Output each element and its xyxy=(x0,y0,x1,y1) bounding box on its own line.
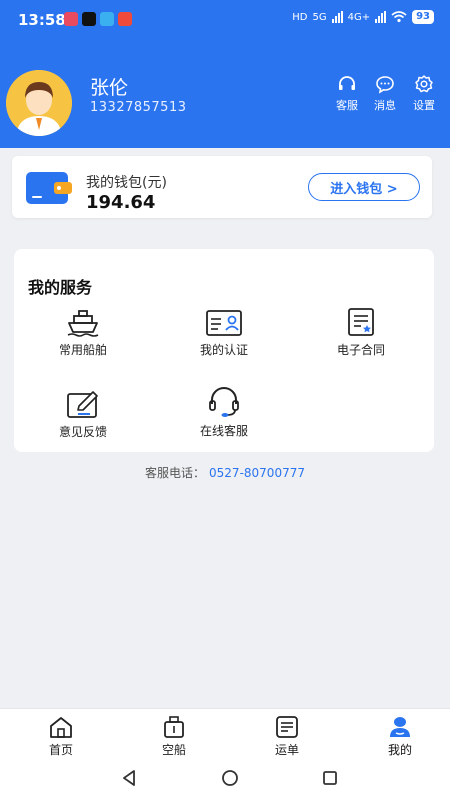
enter-wallet-button[interactable]: 进入钱包 > xyxy=(308,173,420,201)
network-5g-label: 5G xyxy=(312,11,327,23)
signal-icon xyxy=(331,11,343,23)
headset-icon xyxy=(209,387,239,417)
bottom-tab-bar: 首页 空船 运单 我的 xyxy=(0,708,450,758)
tab-empty-ship[interactable]: 空船 xyxy=(144,715,204,758)
chat-bubble-icon xyxy=(376,76,394,94)
service-label: 在线客服 xyxy=(199,424,248,438)
notification-icons xyxy=(64,12,132,26)
tab-label: 运单 xyxy=(274,743,299,757)
back-icon[interactable] xyxy=(120,769,138,787)
messages-button[interactable]: 消息 xyxy=(367,74,403,113)
profile-header: 13:58 HD 5G 4G+ 93 张伦 13327857513 客服 消息 … xyxy=(0,0,450,148)
service-item-feedback[interactable]: 意见反馈 xyxy=(28,391,138,440)
signal-icon xyxy=(375,11,387,23)
user-avatar-icon xyxy=(6,70,72,136)
wallet-title: 我的钱包(元) xyxy=(86,175,167,191)
settings-button[interactable]: 设置 xyxy=(406,74,442,113)
tab-label: 我的 xyxy=(387,743,412,757)
id-card-icon xyxy=(206,310,242,336)
app-notification-icon xyxy=(100,12,114,26)
profile-icon xyxy=(390,717,410,737)
contract-icon xyxy=(348,308,374,336)
system-navigation-bar xyxy=(0,758,450,800)
status-bar: 13:58 HD 5G 4G+ 93 xyxy=(0,0,450,38)
service-label: 我的认证 xyxy=(199,343,248,357)
my-services-card: 我的服务 常用船舶 我的认证 电子合同 意见反馈 在线客服 xyxy=(14,249,434,452)
service-item-e-contract[interactable]: 电子合同 xyxy=(306,307,416,358)
wallet-card: 我的钱包(元) 194.64 进入钱包 > xyxy=(12,156,432,218)
customer-service-button[interactable]: 客服 xyxy=(329,74,365,113)
wallet-icon xyxy=(26,172,72,208)
settings-label: 设置 xyxy=(413,99,435,112)
edit-icon xyxy=(67,391,98,418)
tab-profile[interactable]: 我的 xyxy=(370,715,430,758)
user-phone: 13327857513 xyxy=(90,100,187,115)
service-item-common-ships[interactable]: 常用船舶 xyxy=(28,309,138,358)
service-label: 常用船舶 xyxy=(58,343,107,357)
network-hd-label: HD xyxy=(292,11,308,23)
empty-ship-icon xyxy=(164,716,184,738)
home-icon xyxy=(50,717,72,738)
hotline-label: 客服电话： xyxy=(145,466,206,480)
gear-icon xyxy=(415,75,433,93)
service-label: 意见反馈 xyxy=(58,425,107,439)
wallet-balance: 194.64 xyxy=(86,192,156,213)
ship-icon xyxy=(67,310,99,337)
headset-icon xyxy=(339,76,355,90)
app-notification-icon xyxy=(118,12,132,26)
service-item-my-certification[interactable]: 我的认证 xyxy=(169,309,279,358)
service-label: 电子合同 xyxy=(336,343,385,357)
customer-hotline: 客服电话： 0527-80700777 xyxy=(0,464,450,481)
tab-label: 空船 xyxy=(161,743,186,757)
user-name: 张伦 xyxy=(90,77,129,99)
service-item-online-service[interactable]: 在线客服 xyxy=(169,386,279,439)
waybill-icon xyxy=(276,716,298,738)
tab-waybill[interactable]: 运单 xyxy=(257,715,317,758)
recent-apps-icon[interactable] xyxy=(321,769,339,787)
wifi-icon xyxy=(391,11,407,23)
services-title: 我的服务 xyxy=(28,278,93,297)
avatar[interactable] xyxy=(6,70,72,136)
customer-service-label: 客服 xyxy=(336,99,358,112)
network-4g-label: 4G+ xyxy=(347,11,371,23)
battery-indicator: 93 xyxy=(412,10,434,24)
app-notification-icon xyxy=(82,12,96,26)
tab-home[interactable]: 首页 xyxy=(31,715,91,758)
app-notification-icon xyxy=(64,12,78,26)
messages-label: 消息 xyxy=(374,99,396,112)
status-time: 13:58 xyxy=(18,11,66,29)
tab-label: 首页 xyxy=(48,743,73,757)
status-indicators: HD 5G 4G+ 93 xyxy=(292,10,434,24)
home-circle-icon[interactable] xyxy=(221,769,239,787)
hotline-number[interactable]: 0527-80700777 xyxy=(209,466,305,480)
